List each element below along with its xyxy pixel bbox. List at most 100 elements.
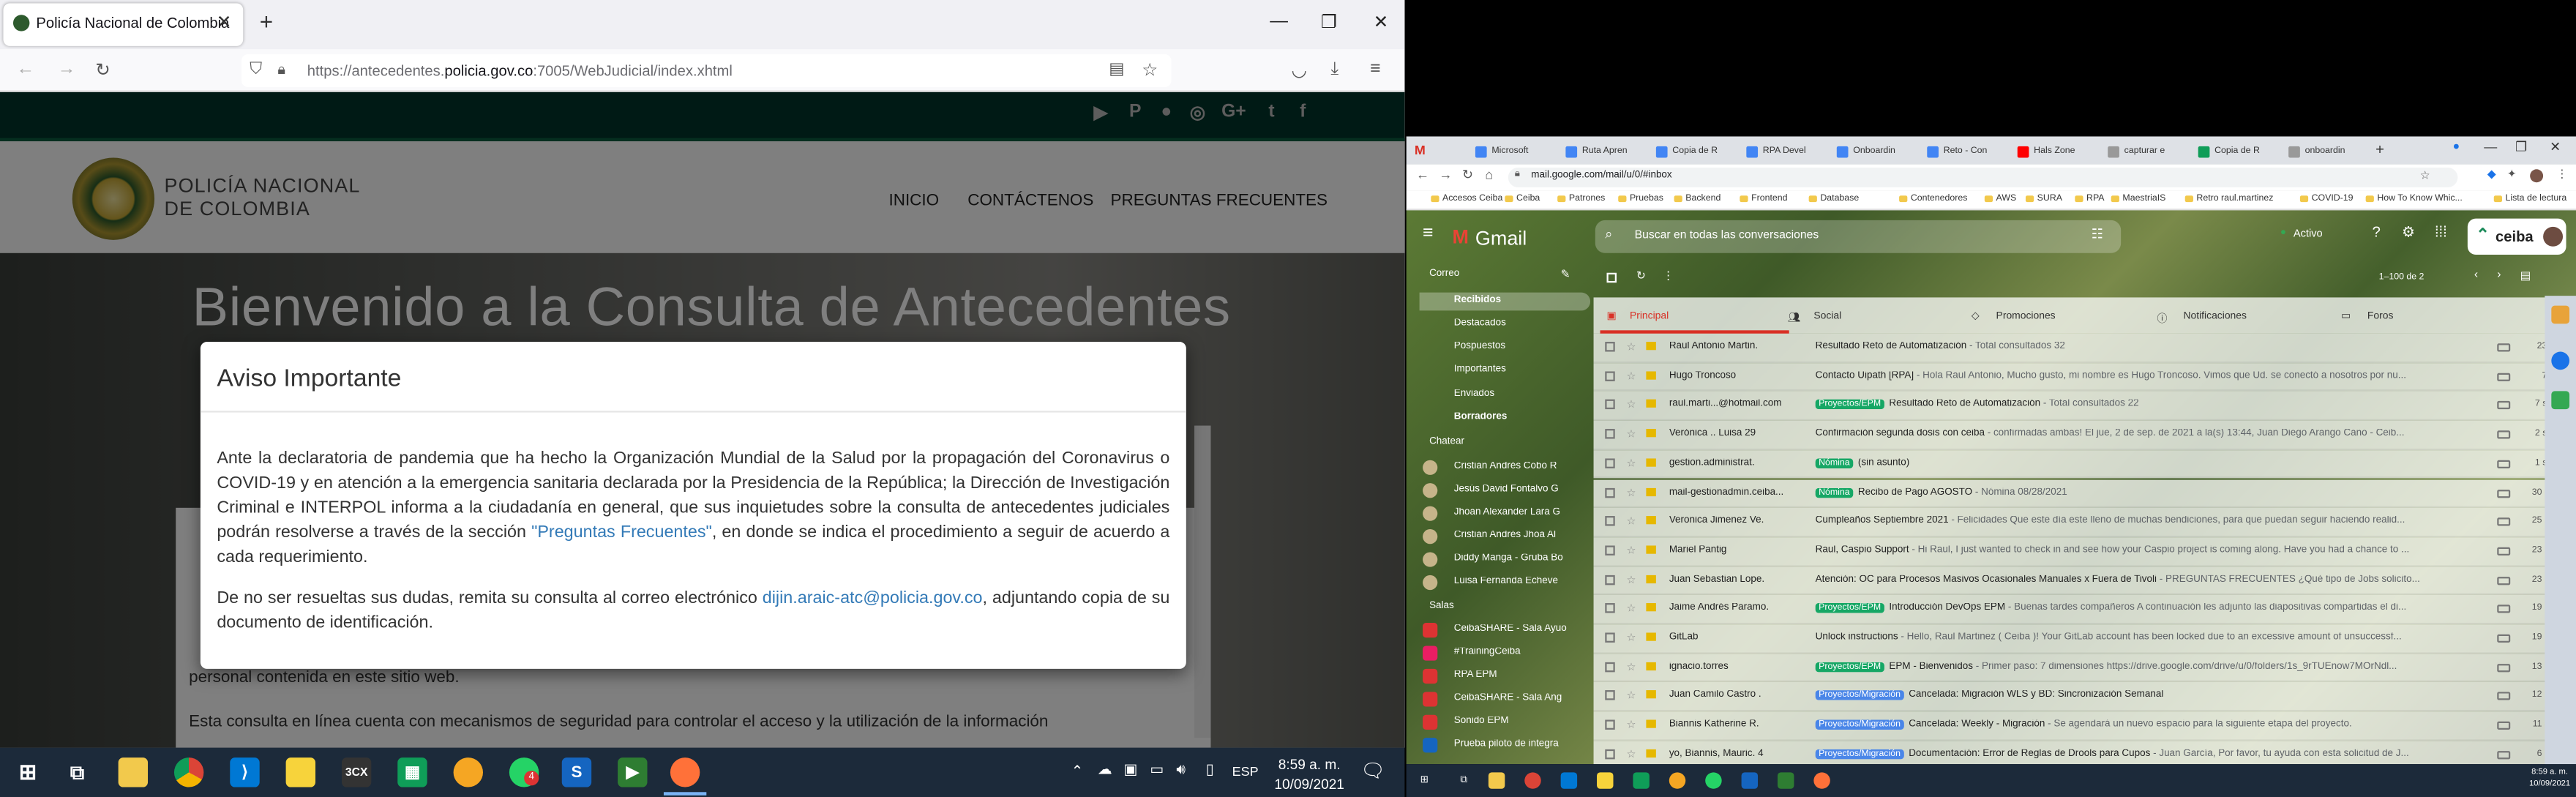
star-icon[interactable]: ☆ bbox=[1626, 427, 1636, 441]
mail-section-label[interactable]: Correo bbox=[1429, 269, 1459, 279]
bookmark-item[interactable]: RPA bbox=[2075, 194, 2105, 203]
chat-contact[interactable]: Cristian Andrés Cobo R bbox=[1454, 462, 1569, 471]
star-icon[interactable]: ☆ bbox=[1626, 573, 1636, 586]
important-marker-icon[interactable] bbox=[1646, 690, 1656, 700]
close-window-icon[interactable]: ✕ bbox=[2550, 140, 2561, 154]
restore-icon[interactable]: ❐ bbox=[1321, 12, 1337, 33]
bookmark-item[interactable]: Accesos Ceiba bbox=[1431, 194, 1502, 203]
email-row[interactable]: ☆ gestion.administrat. Nómina (sin asunto) 1… bbox=[1593, 449, 2576, 479]
important-marker-icon[interactable] bbox=[1646, 545, 1656, 554]
profile-dot-icon[interactable]: ● bbox=[2453, 141, 2460, 153]
bookmark-item[interactable]: COVID-19 bbox=[2299, 194, 2354, 203]
bookmark-item[interactable]: Retro raul.martinez bbox=[2184, 194, 2273, 203]
chat-room[interactable]: #TrainingCeiba bbox=[1454, 648, 1569, 657]
bookmark-item[interactable]: Ceiba bbox=[1505, 194, 1540, 203]
email-label[interactable]: Proyectos/EPM bbox=[1815, 603, 1884, 614]
menu-icon[interactable]: ≡ bbox=[1370, 59, 1380, 79]
bookmark-item[interactable]: Database bbox=[1808, 194, 1859, 203]
reader-view-icon[interactable]: ▤ bbox=[1109, 61, 1124, 79]
help-icon[interactable]: ? bbox=[2373, 223, 2381, 239]
row-checkbox[interactable] bbox=[1605, 400, 1615, 410]
home-icon[interactable]: ⌂ bbox=[1485, 168, 1493, 182]
ceiba-brand-logo[interactable]: ⌃ ceiba bbox=[2467, 218, 2566, 255]
email-label[interactable]: Nómina bbox=[1815, 458, 1854, 468]
row-checkbox[interactable] bbox=[1605, 632, 1615, 643]
chrome-tab[interactable]: Ruta Apren bbox=[1559, 140, 1644, 165]
important-marker-icon[interactable] bbox=[1646, 603, 1656, 612]
widget-icon[interactable] bbox=[2551, 391, 2570, 410]
chrome-icon[interactable] bbox=[1524, 772, 1541, 789]
chat-room[interactable]: Sonido EPM bbox=[1454, 716, 1569, 726]
new-tab-icon[interactable]: + bbox=[2375, 141, 2384, 157]
vscode-icon[interactable]: ⟩ bbox=[230, 757, 260, 787]
next-page-icon[interactable]: › bbox=[2497, 269, 2501, 281]
volume-icon[interactable]: 🔊︎ bbox=[1176, 761, 1186, 779]
chat-contact[interactable]: Luisa Fernanda Echeve bbox=[1454, 577, 1569, 586]
file-explorer-icon[interactable] bbox=[118, 757, 149, 787]
account-avatar[interactable] bbox=[2543, 226, 2564, 247]
back-icon[interactable]: ← bbox=[1416, 168, 1429, 182]
chat-room[interactable]: CeibaSHARE - Sala Ayuo bbox=[1454, 624, 1569, 634]
important-marker-icon[interactable] bbox=[1646, 429, 1656, 438]
reload-icon[interactable]: ↻ bbox=[95, 59, 111, 81]
email-label[interactable]: Proyectos/EPM bbox=[1815, 400, 1884, 410]
clock[interactable]: 8:59 a. m. 10/09/2021 bbox=[2525, 768, 2574, 790]
forward-icon[interactable]: → bbox=[58, 59, 76, 79]
extensions-puzzle-icon[interactable]: ✦ bbox=[2507, 168, 2517, 181]
important-marker-icon[interactable] bbox=[1646, 632, 1656, 641]
important-marker-icon[interactable] bbox=[1646, 719, 1656, 728]
windows-start-icon[interactable]: ⊞ bbox=[13, 757, 42, 787]
forward-icon[interactable]: → bbox=[1439, 168, 1453, 182]
email-row[interactable]: ☆ ignacio.torres Proyectos/EPM EPM - Bienve… bbox=[1593, 653, 2576, 683]
s-app-icon[interactable]: S bbox=[561, 757, 592, 787]
row-checkbox[interactable] bbox=[1605, 342, 1615, 352]
select-all-checkbox[interactable] bbox=[1606, 272, 1617, 283]
folder-starred[interactable]: Destacados bbox=[1454, 319, 1569, 329]
3cx-icon[interactable]: 3CX bbox=[341, 757, 372, 787]
chrome-tab[interactable]: Copia de R bbox=[2192, 140, 2277, 165]
chrome-menu-icon[interactable]: ⋮ bbox=[2556, 168, 2568, 181]
row-checkbox[interactable] bbox=[1605, 690, 1615, 701]
widget-icon[interactable] bbox=[2551, 351, 2570, 370]
row-checkbox[interactable] bbox=[1605, 574, 1615, 585]
star-icon[interactable]: ☆ bbox=[1626, 747, 1636, 760]
star-icon[interactable]: ☆ bbox=[1626, 602, 1636, 615]
email-row[interactable]: ☆ Hugo Troncoso Contacto Uipath [RPA] - Ho… bbox=[1593, 362, 2576, 392]
shield-icon[interactable]: ⛉ bbox=[250, 61, 262, 79]
onedrive-icon[interactable]: ☁ bbox=[1098, 761, 1112, 779]
email-label[interactable]: Proyectos/EPM bbox=[1815, 662, 1884, 672]
close-tab-icon[interactable]: ✕ bbox=[217, 12, 232, 33]
row-checkbox[interactable] bbox=[1605, 662, 1615, 672]
email-row[interactable]: ☆ Biannis Katherine R. Proyectos/Migración… bbox=[1593, 711, 2576, 741]
widget-icon[interactable] bbox=[2551, 305, 2570, 324]
sticky-notes-icon[interactable] bbox=[285, 757, 316, 787]
chrome-tab[interactable]: Hals Zone bbox=[2011, 140, 2097, 165]
tab-notifications[interactable]: Notificaciones bbox=[2183, 310, 2246, 322]
email-label[interactable]: Proyectos/Migración bbox=[1815, 749, 1904, 759]
bookmark-item[interactable]: Patrones bbox=[1557, 194, 1605, 203]
bookmark-item[interactable]: MaestriaIS bbox=[2111, 194, 2165, 203]
bookmark-item[interactable]: AWS bbox=[1984, 194, 2016, 203]
vscode-icon[interactable] bbox=[1560, 772, 1578, 789]
important-marker-icon[interactable] bbox=[1646, 516, 1656, 525]
star-icon[interactable]: ☆ bbox=[1626, 718, 1636, 732]
important-marker-icon[interactable] bbox=[1646, 662, 1656, 670]
chat-contact[interactable]: Jesús David Fontalvo G bbox=[1454, 484, 1569, 494]
restore-icon[interactable]: ❐ bbox=[2515, 140, 2527, 154]
email-row[interactable]: ☆ Juan Sebastian Lope. Atención: OC para P… bbox=[1593, 566, 2576, 596]
important-marker-icon[interactable] bbox=[1646, 342, 1656, 351]
gmail-tab-icon[interactable]: M bbox=[1415, 143, 1426, 157]
task-view-icon[interactable]: ⧉ bbox=[1456, 772, 1472, 788]
important-marker-icon[interactable] bbox=[1646, 574, 1656, 583]
email-link[interactable]: dijin.araic-atc@policia.gov.co bbox=[763, 590, 983, 608]
chrome-tab[interactable]: Copia de R bbox=[1650, 140, 1735, 165]
rooms-section-label[interactable]: Salas bbox=[1429, 602, 1454, 611]
chrome-tab[interactable]: onboardin bbox=[2282, 140, 2367, 165]
prev-page-icon[interactable]: ‹ bbox=[2474, 269, 2478, 281]
star-icon[interactable]: ☆ bbox=[1626, 631, 1636, 644]
main-menu-icon[interactable]: ≡ bbox=[1423, 223, 1433, 243]
email-row[interactable]: ☆ yo, Biannis, Mauric. 4 Proyectos/Migraci… bbox=[1593, 741, 2576, 765]
browser-tab[interactable]: Policía Nacional de Colombia ✕ bbox=[3, 3, 244, 46]
pocket-icon[interactable]: ◡ bbox=[1291, 59, 1307, 81]
bookmark-item[interactable]: Frontend bbox=[1740, 194, 1787, 203]
